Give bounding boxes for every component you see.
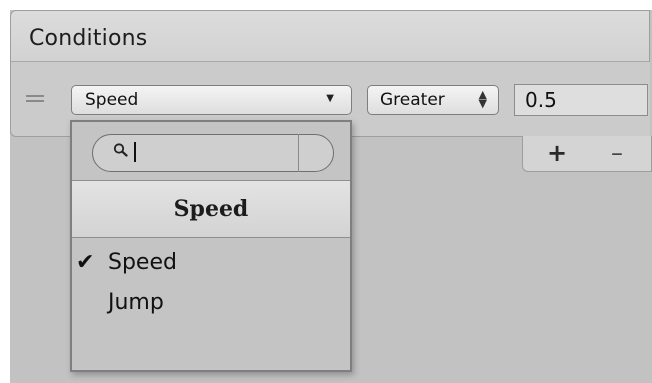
list-add-remove-bar: + – [522,136,652,172]
text-cursor [134,142,136,162]
comparison-mode-select[interactable]: Greater ▲ ▼ [367,85,499,115]
drag-handle-icon[interactable] [26,95,44,105]
comparison-mode-label: Greater [380,90,445,110]
option-speed[interactable]: ✔ Speed [72,244,350,284]
checkmark-icon: ✔ [76,250,95,275]
search-cancel-button[interactable] [298,134,334,172]
popup-title: Speed [72,180,350,238]
parameter-dropdown[interactable]: Speed ▼ [71,85,352,115]
parameter-dropdown-label: Speed [85,90,139,110]
stepper-arrows-icon: ▲ ▼ [478,88,487,110]
search-field[interactable] [92,134,334,172]
option-label: Jump [108,290,164,315]
conditions-header: Conditions [10,10,650,62]
chevron-down-icon: ▼ [326,93,334,104]
parameter-dropdown-popup: Speed ✔ Speed Jump [70,120,352,372]
threshold-value: 0.5 [525,88,557,112]
search-icon [113,143,128,157]
option-label: Speed [108,250,177,275]
conditions-title: Conditions [29,26,148,51]
remove-condition-button[interactable]: – [611,139,623,167]
option-jump[interactable]: Jump [72,284,350,324]
add-condition-button[interactable]: + [547,139,567,167]
threshold-value-field[interactable]: 0.5 [514,84,648,116]
